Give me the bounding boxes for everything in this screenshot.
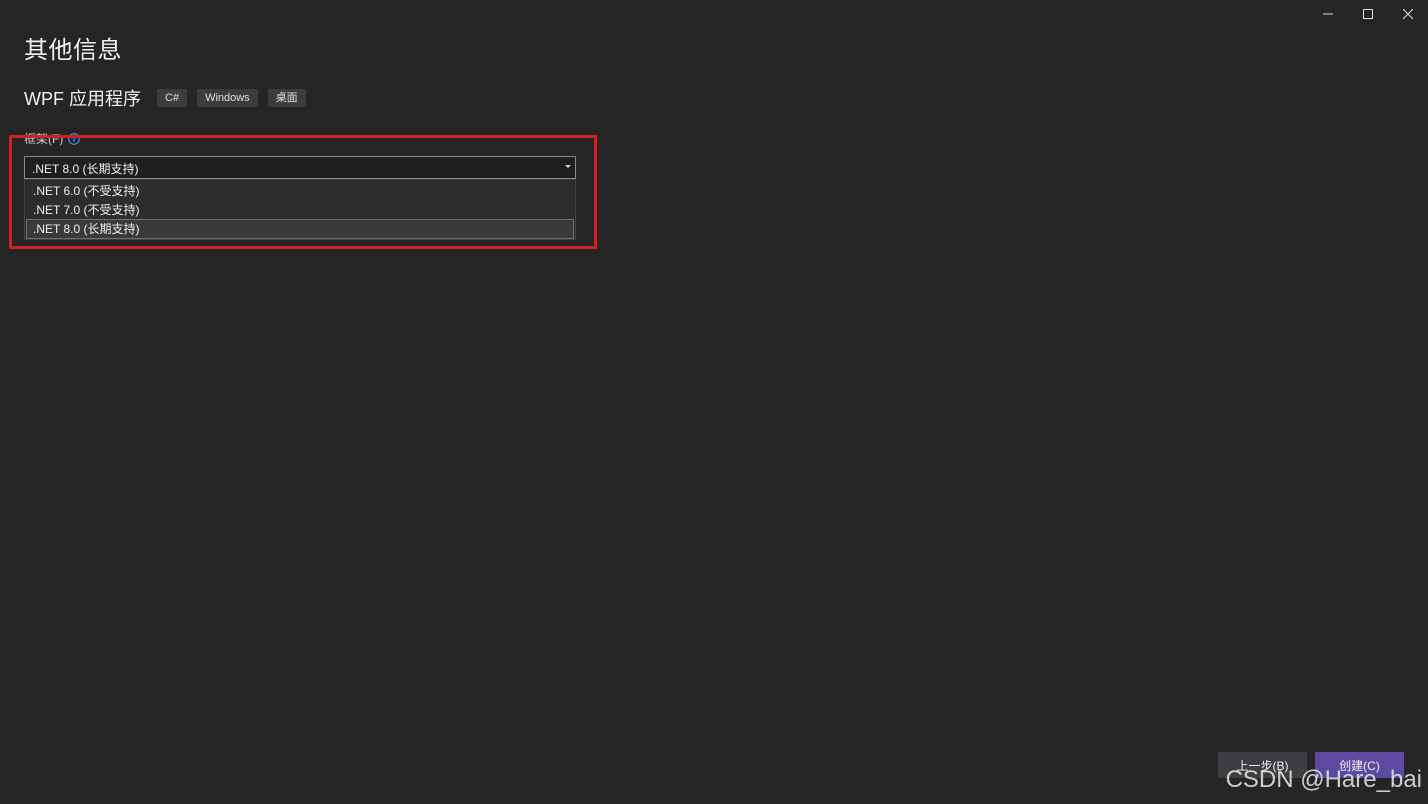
create-button[interactable]: 创建(C) (1315, 752, 1404, 778)
close-button[interactable] (1388, 0, 1428, 28)
minimize-icon (1323, 13, 1333, 15)
chevron-down-icon (565, 165, 571, 168)
template-name: WPF 应用程序 (24, 89, 141, 109)
window-controls (1308, 0, 1428, 28)
framework-select-value: .NET 8.0 (长期支持) (32, 162, 139, 176)
template-header: WPF 应用程序 C# Windows 桌面 (24, 86, 316, 110)
framework-option-net8[interactable]: .NET 8.0 (长期支持) (26, 219, 574, 239)
maximize-button[interactable] (1348, 0, 1388, 28)
framework-label-row: 框架(F) (24, 130, 81, 147)
tag-project-type: 桌面 (267, 89, 306, 107)
tag-platform: Windows (197, 89, 258, 107)
maximize-icon (1363, 9, 1373, 19)
framework-select[interactable]: .NET 8.0 (长期支持) (24, 156, 576, 179)
dialog-window: 其他信息 WPF 应用程序 C# Windows 桌面 框架(F) .NET 8… (0, 0, 1428, 804)
minimize-button[interactable] (1308, 0, 1348, 28)
framework-option-net6[interactable]: .NET 6.0 (不受支持) (27, 182, 573, 200)
page-title: 其他信息 (24, 37, 122, 64)
framework-label: 框架(F) (24, 132, 64, 146)
close-icon (1403, 9, 1413, 19)
framework-dropdown-list: .NET 6.0 (不受支持) .NET 7.0 (不受支持) .NET 8.0… (24, 179, 576, 240)
info-icon[interactable] (68, 132, 81, 145)
tag-language: C# (157, 89, 188, 107)
back-button[interactable]: 上一步(B) (1218, 752, 1307, 778)
framework-option-net7[interactable]: .NET 7.0 (不受支持) (27, 201, 573, 219)
